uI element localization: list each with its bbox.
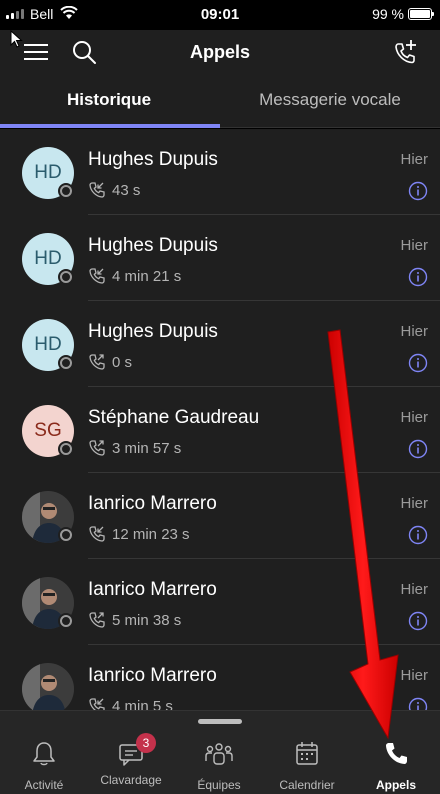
call-history-list: HD Hughes Dupuis 43 s Hier HD Hughes Dup…: [0, 129, 440, 710]
call-detail: 4 min 5 s: [88, 697, 173, 710]
call-row[interactable]: SG Stéphane Gaudreau 3 min 57 s Hier: [0, 387, 440, 473]
call-duration: 4 min 21 s: [112, 267, 182, 285]
presence-status-icon: [58, 183, 74, 199]
nav-calendrier[interactable]: Calendrier: [263, 739, 351, 792]
call-duration: 3 min 57 s: [112, 439, 182, 457]
presence-status-icon: [58, 613, 74, 629]
call-row[interactable]: Ianrico Marrero 4 min 5 s Hier: [0, 645, 440, 710]
call-duration: 5 min 38 s: [112, 611, 182, 629]
nav-label: Calendrier: [279, 778, 335, 792]
phone-icon: [386, 743, 407, 764]
caller-name: Hughes Dupuis: [88, 235, 218, 256]
call-duration: 4 min 5 s: [112, 697, 173, 711]
incoming-call-icon: [89, 526, 105, 542]
nav-clavardage[interactable]: 3 Clavardage: [87, 733, 175, 787]
call-row[interactable]: Ianrico Marrero 5 min 38 s Hier: [0, 559, 440, 645]
incoming-call-icon: [89, 698, 105, 710]
info-icon[interactable]: [408, 439, 428, 459]
nav-label: Équipes: [197, 778, 241, 792]
caller-name: Stéphane Gaudreau: [88, 407, 260, 428]
caller-name: Ianrico Marrero: [88, 665, 217, 686]
unread-badge: 3: [136, 733, 156, 753]
info-icon[interactable]: [408, 697, 428, 710]
battery-icon: [408, 8, 434, 20]
phone-add-icon[interactable]: [390, 38, 420, 68]
chat-icon-wrap: 3: [116, 733, 156, 769]
presence-status-icon: [58, 269, 74, 285]
call-date: Hier: [400, 667, 428, 684]
call-date: Hier: [400, 323, 428, 340]
info-icon[interactable]: [408, 611, 428, 631]
page-title: Appels: [189, 42, 250, 62]
call-duration: 43 s: [112, 181, 141, 199]
outgoing-call-icon: [89, 354, 105, 370]
call-duration: 12 min 23 s: [112, 525, 190, 543]
tab-bar: Historique Messagerie vocale: [0, 76, 440, 128]
call-detail: 5 min 38 s: [88, 611, 181, 629]
nav-label: Clavardage: [100, 773, 162, 787]
info-icon[interactable]: [408, 267, 428, 287]
avatar-photo: [22, 663, 74, 710]
tab-historique[interactable]: Historique: [0, 90, 218, 110]
call-row[interactable]: HD Hughes Dupuis 4 min 21 s Hier: [0, 215, 440, 301]
active-tab-indicator: [0, 124, 220, 128]
call-date: Hier: [400, 581, 428, 598]
call-detail: 0 s: [88, 353, 132, 371]
presence-status-icon: [58, 441, 74, 457]
tab-messagerie-vocale[interactable]: Messagerie vocale: [220, 90, 440, 110]
presence-status-icon: [58, 355, 74, 371]
caller-name: Ianrico Marrero: [88, 493, 217, 514]
call-duration: 0 s: [112, 353, 133, 371]
call-date: Hier: [400, 237, 428, 254]
teams-icon: [205, 743, 233, 765]
incoming-call-icon: [89, 268, 105, 284]
info-icon[interactable]: [408, 525, 428, 545]
outgoing-call-icon: [89, 440, 105, 456]
caller-name: Hughes Dupuis: [88, 149, 218, 170]
bottom-navigation: Activité 3 Clavardage Équipes Calendrier…: [0, 710, 440, 794]
nav-label: Appels: [375, 778, 416, 792]
call-detail: 43 s: [88, 181, 140, 199]
nav-equipes[interactable]: Équipes: [175, 739, 263, 792]
caller-name: Ianrico Marrero: [88, 579, 217, 600]
call-date: Hier: [400, 151, 428, 168]
nav-label: Activité: [24, 778, 64, 792]
caller-name: Hughes Dupuis: [88, 321, 218, 342]
presence-status-icon: [58, 527, 74, 543]
call-detail: 12 min 23 s: [88, 525, 190, 543]
call-detail: 4 min 21 s: [88, 267, 181, 285]
bell-icon: [33, 742, 55, 766]
status-bar: Bell 09:01 99 %: [0, 0, 440, 30]
call-date: Hier: [400, 409, 428, 426]
nav-activite[interactable]: Activité: [0, 739, 88, 792]
outgoing-call-icon: [89, 612, 105, 628]
calendar-icon: [296, 742, 318, 765]
info-icon[interactable]: [408, 353, 428, 373]
incoming-call-icon: [89, 182, 105, 198]
call-detail: 3 min 57 s: [88, 439, 181, 457]
info-icon[interactable]: [408, 181, 428, 201]
app-header: Appels: [0, 30, 440, 76]
nav-appels[interactable]: Appels: [352, 739, 440, 792]
call-row[interactable]: HD Hughes Dupuis 0 s Hier: [0, 301, 440, 387]
mouse-cursor-icon: [10, 30, 23, 48]
call-row[interactable]: HD Hughes Dupuis 43 s Hier: [0, 129, 440, 215]
drag-handle[interactable]: [198, 719, 242, 724]
call-row[interactable]: Ianrico Marrero 12 min 23 s Hier: [0, 473, 440, 559]
call-date: Hier: [400, 495, 428, 512]
battery-percentage: 99 %: [372, 6, 404, 22]
